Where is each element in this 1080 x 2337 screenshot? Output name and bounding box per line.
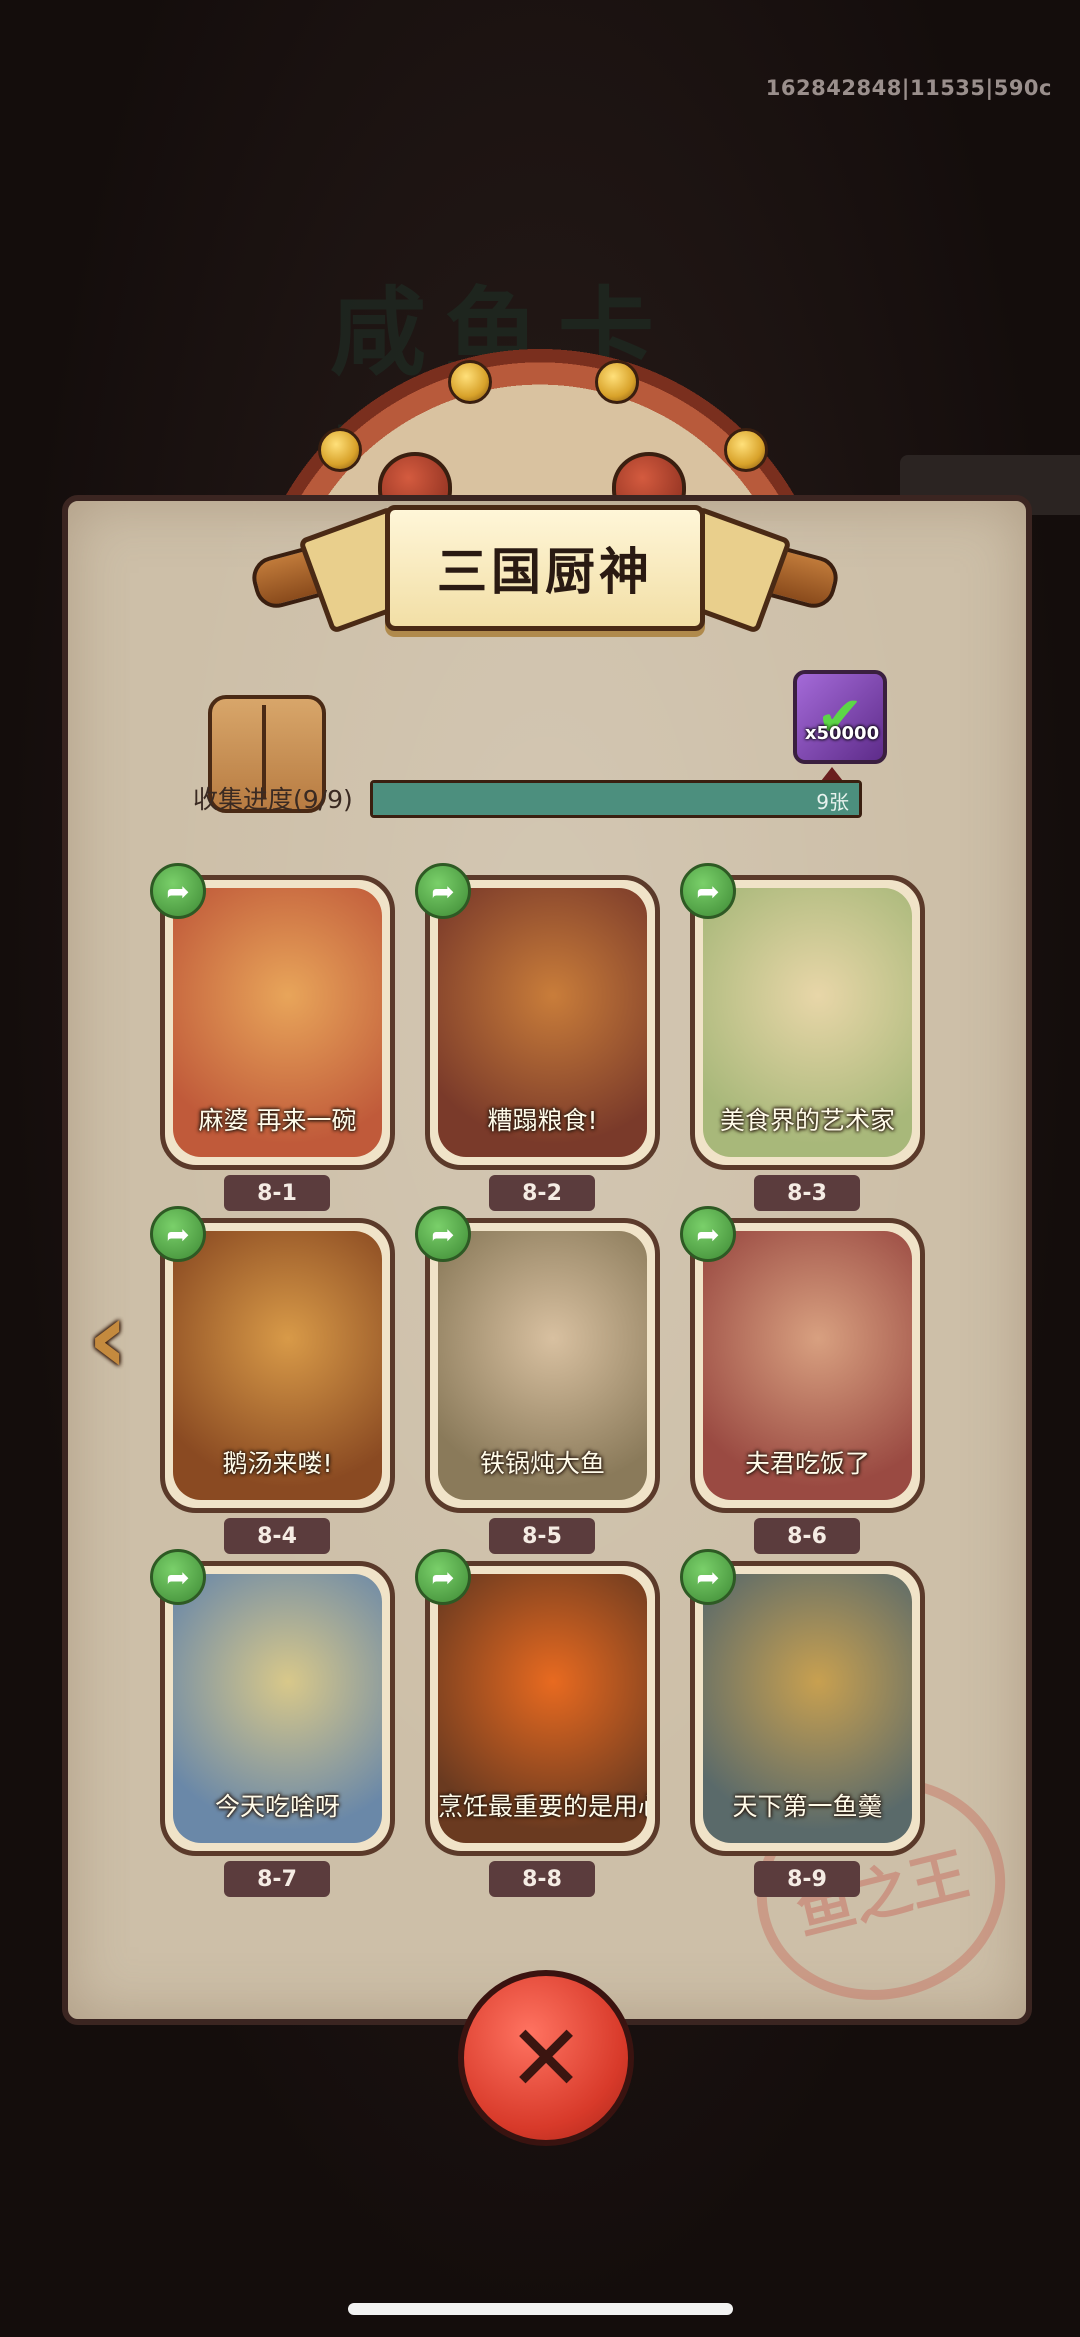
card-title: 烹饪最重要的是用心 [438,1792,647,1821]
card-illustration: 糟蹋粮食! [438,888,647,1157]
card-illustration: 天下第一鱼羹 [703,1574,912,1843]
card-id-label: 8-5 [489,1518,595,1554]
close-x-icon: ✕ [507,2004,585,2112]
share-arrow-icon[interactable]: ➦ [680,863,736,919]
card-id-label: 8-2 [489,1175,595,1211]
card-title: 铁锅炖大鱼 [479,1449,605,1478]
home-indicator[interactable] [348,2303,733,2315]
card-id-label: 8-8 [489,1861,595,1897]
card-id-label: 8-6 [754,1518,860,1554]
card-title: 美食界的艺术家 [719,1106,895,1135]
share-arrow-icon[interactable]: ➦ [150,1549,206,1605]
story-card[interactable]: 铁锅炖大鱼 ➦ 8-5 [415,1206,660,1554]
story-card[interactable]: 今天吃啥呀 ➦ 8-7 [150,1549,395,1897]
card-illustration: 麻婆 再来一碗 [173,888,382,1157]
card-title: 糟蹋粮食! [487,1106,598,1135]
share-arrow-icon[interactable]: ➦ [150,863,206,919]
card-title: 鹅汤来喽! [222,1449,333,1478]
share-arrow-icon[interactable]: ➦ [680,1206,736,1262]
card-title: 今天吃啥呀 [214,1792,340,1821]
story-card[interactable]: 糟蹋粮食! ➦ 8-2 [415,863,660,1211]
title-banner: 三国厨神 [385,505,705,631]
card-illustration: 鹅汤来喽! [173,1231,382,1500]
share-arrow-icon[interactable]: ➦ [150,1206,206,1262]
story-card[interactable]: 夫君吃饭了 ➦ 8-6 [680,1206,925,1554]
story-card[interactable]: 天下第一鱼羹 ➦ 8-9 [680,1549,925,1897]
progress-fill [373,783,859,815]
wheel-bolt-icon [724,428,768,472]
story-card[interactable]: 烹饪最重要的是用心 ➦ 8-8 [415,1549,660,1897]
card-illustration: 美食界的艺术家 [703,888,912,1157]
story-card[interactable]: 美食界的艺术家 ➦ 8-3 [680,863,925,1211]
card-illustration: 铁锅炖大鱼 [438,1231,647,1500]
story-card[interactable]: 鹅汤来喽! ➦ 8-4 [150,1206,395,1554]
share-arrow-icon[interactable]: ➦ [415,863,471,919]
check-gem-icon[interactable]: ✔ [793,670,887,764]
share-arrow-icon[interactable]: ➦ [680,1549,736,1605]
story-card[interactable]: 麻婆 再来一碗 ➦ 8-1 [150,863,395,1211]
progress-label: 收集进度(9/9) [193,785,353,814]
wheel-bolt-icon [448,360,492,404]
card-title: 天下第一鱼羹 [732,1792,883,1821]
card-id-label: 8-1 [224,1175,330,1211]
debug-info-text: 162842848|11535|590c [765,76,1052,100]
chevron-left-icon[interactable]: ‹ [70,1283,146,1393]
reward-marker-icon [821,767,843,781]
card-illustration: 夫君吃饭了 [703,1231,912,1500]
card-id-label: 8-7 [224,1861,330,1897]
progress-count: 9张 [816,790,849,814]
card-id-label: 8-4 [224,1518,330,1554]
card-title: 麻婆 再来一碗 [198,1106,357,1135]
wheel-bolt-icon [595,360,639,404]
share-arrow-icon[interactable]: ➦ [415,1549,471,1605]
reward-count: x50000 [804,723,880,744]
progress-bar: 9张 [370,780,862,818]
card-id-label: 8-3 [754,1175,860,1211]
card-title: 夫君吃饭了 [744,1449,870,1478]
card-illustration: 今天吃啥呀 [173,1574,382,1843]
close-button[interactable]: ✕ [458,1970,634,2146]
share-arrow-icon[interactable]: ➦ [415,1206,471,1262]
card-id-label: 8-9 [754,1861,860,1897]
wheel-bolt-icon [318,428,362,472]
page-title: 三国厨神 [437,543,653,601]
card-illustration: 烹饪最重要的是用心 [438,1574,647,1843]
